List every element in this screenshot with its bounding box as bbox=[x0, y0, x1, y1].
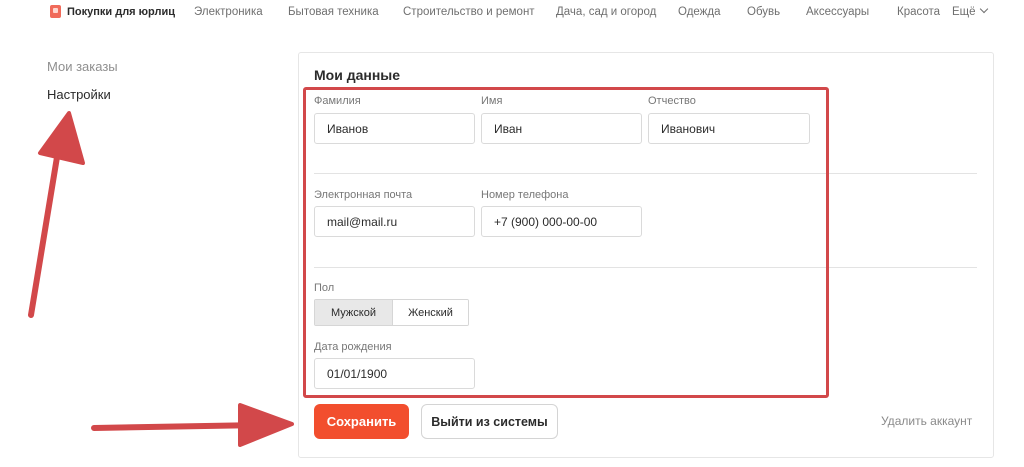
nav-link-accessories[interactable]: Аксессуары bbox=[806, 6, 869, 18]
nav-more-dropdown[interactable]: Ещё bbox=[952, 4, 988, 18]
middle-name-label: Отчество bbox=[648, 95, 696, 107]
nav-more-label: Ещё bbox=[952, 6, 976, 18]
gender-label: Пол bbox=[314, 282, 335, 294]
logout-button[interactable]: Выйти из системы bbox=[421, 404, 558, 439]
gender-toggle: Мужской Женский bbox=[314, 299, 469, 326]
annotation-arrow-up bbox=[28, 111, 85, 318]
first-name-label: Имя bbox=[481, 95, 503, 107]
nav-link-garden[interactable]: Дача, сад и огород bbox=[556, 6, 656, 18]
nav-link-electronics[interactable]: Электроника bbox=[194, 6, 263, 18]
gender-option-male[interactable]: Мужской bbox=[315, 300, 392, 325]
birthdate-label: Дата рождения bbox=[314, 341, 392, 353]
last-name-field[interactable] bbox=[314, 113, 475, 144]
section-divider bbox=[314, 267, 977, 268]
gender-option-female[interactable]: Женский bbox=[392, 300, 468, 325]
phone-field[interactable] bbox=[481, 206, 642, 237]
nav-link-shoes[interactable]: Обувь bbox=[747, 6, 780, 18]
phone-label: Номер телефона bbox=[481, 189, 569, 201]
section-divider bbox=[314, 173, 977, 174]
section-title: Мои данные bbox=[314, 67, 401, 83]
nav-link-appliances[interactable]: Бытовая техника bbox=[288, 6, 379, 18]
nav-link-clothing[interactable]: Одежда bbox=[678, 6, 720, 18]
top-navigation: Покупки для юрлиц Электроника Бытовая те… bbox=[0, 0, 1024, 28]
brand-link[interactable]: Покупки для юрлиц bbox=[50, 5, 175, 18]
annotation-arrow-right bbox=[91, 403, 294, 447]
middle-name-field[interactable] bbox=[648, 113, 810, 144]
email-field[interactable] bbox=[314, 206, 475, 237]
first-name-field[interactable] bbox=[481, 113, 642, 144]
sidebar-item-settings[interactable]: Настройки bbox=[47, 87, 111, 102]
email-label: Электронная почта bbox=[314, 189, 413, 201]
save-button[interactable]: Сохранить bbox=[314, 404, 409, 439]
brand-label: Покупки для юрлиц bbox=[67, 5, 176, 18]
briefcase-icon bbox=[50, 5, 61, 18]
nav-link-beauty[interactable]: Красота bbox=[897, 6, 940, 18]
chevron-down-icon bbox=[979, 4, 988, 14]
sidebar-item-orders[interactable]: Мои заказы bbox=[47, 59, 118, 74]
nav-link-construction[interactable]: Строительство и ремонт bbox=[403, 6, 535, 18]
last-name-label: Фамилия bbox=[314, 95, 361, 107]
delete-account-link[interactable]: Удалить аккаунт bbox=[881, 414, 972, 428]
birthdate-field[interactable] bbox=[314, 358, 475, 389]
